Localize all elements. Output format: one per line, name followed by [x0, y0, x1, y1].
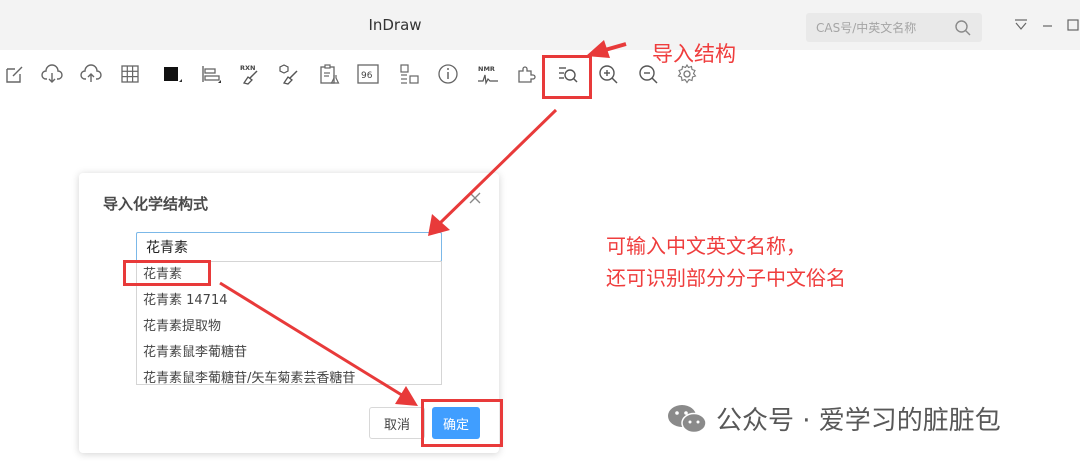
arrow-to-input [428, 108, 558, 236]
arrow-to-toolbar [586, 40, 627, 58]
wechat-icon [668, 404, 707, 433]
watermark-text: 公众号 · 爱学习的脏脏包 [716, 406, 1001, 436]
annotation-arrows [219, 40, 627, 406]
watermark: 公众号 · 爱学习的脏脏包 [666, 400, 1001, 437]
arrow-to-ok [219, 281, 418, 406]
